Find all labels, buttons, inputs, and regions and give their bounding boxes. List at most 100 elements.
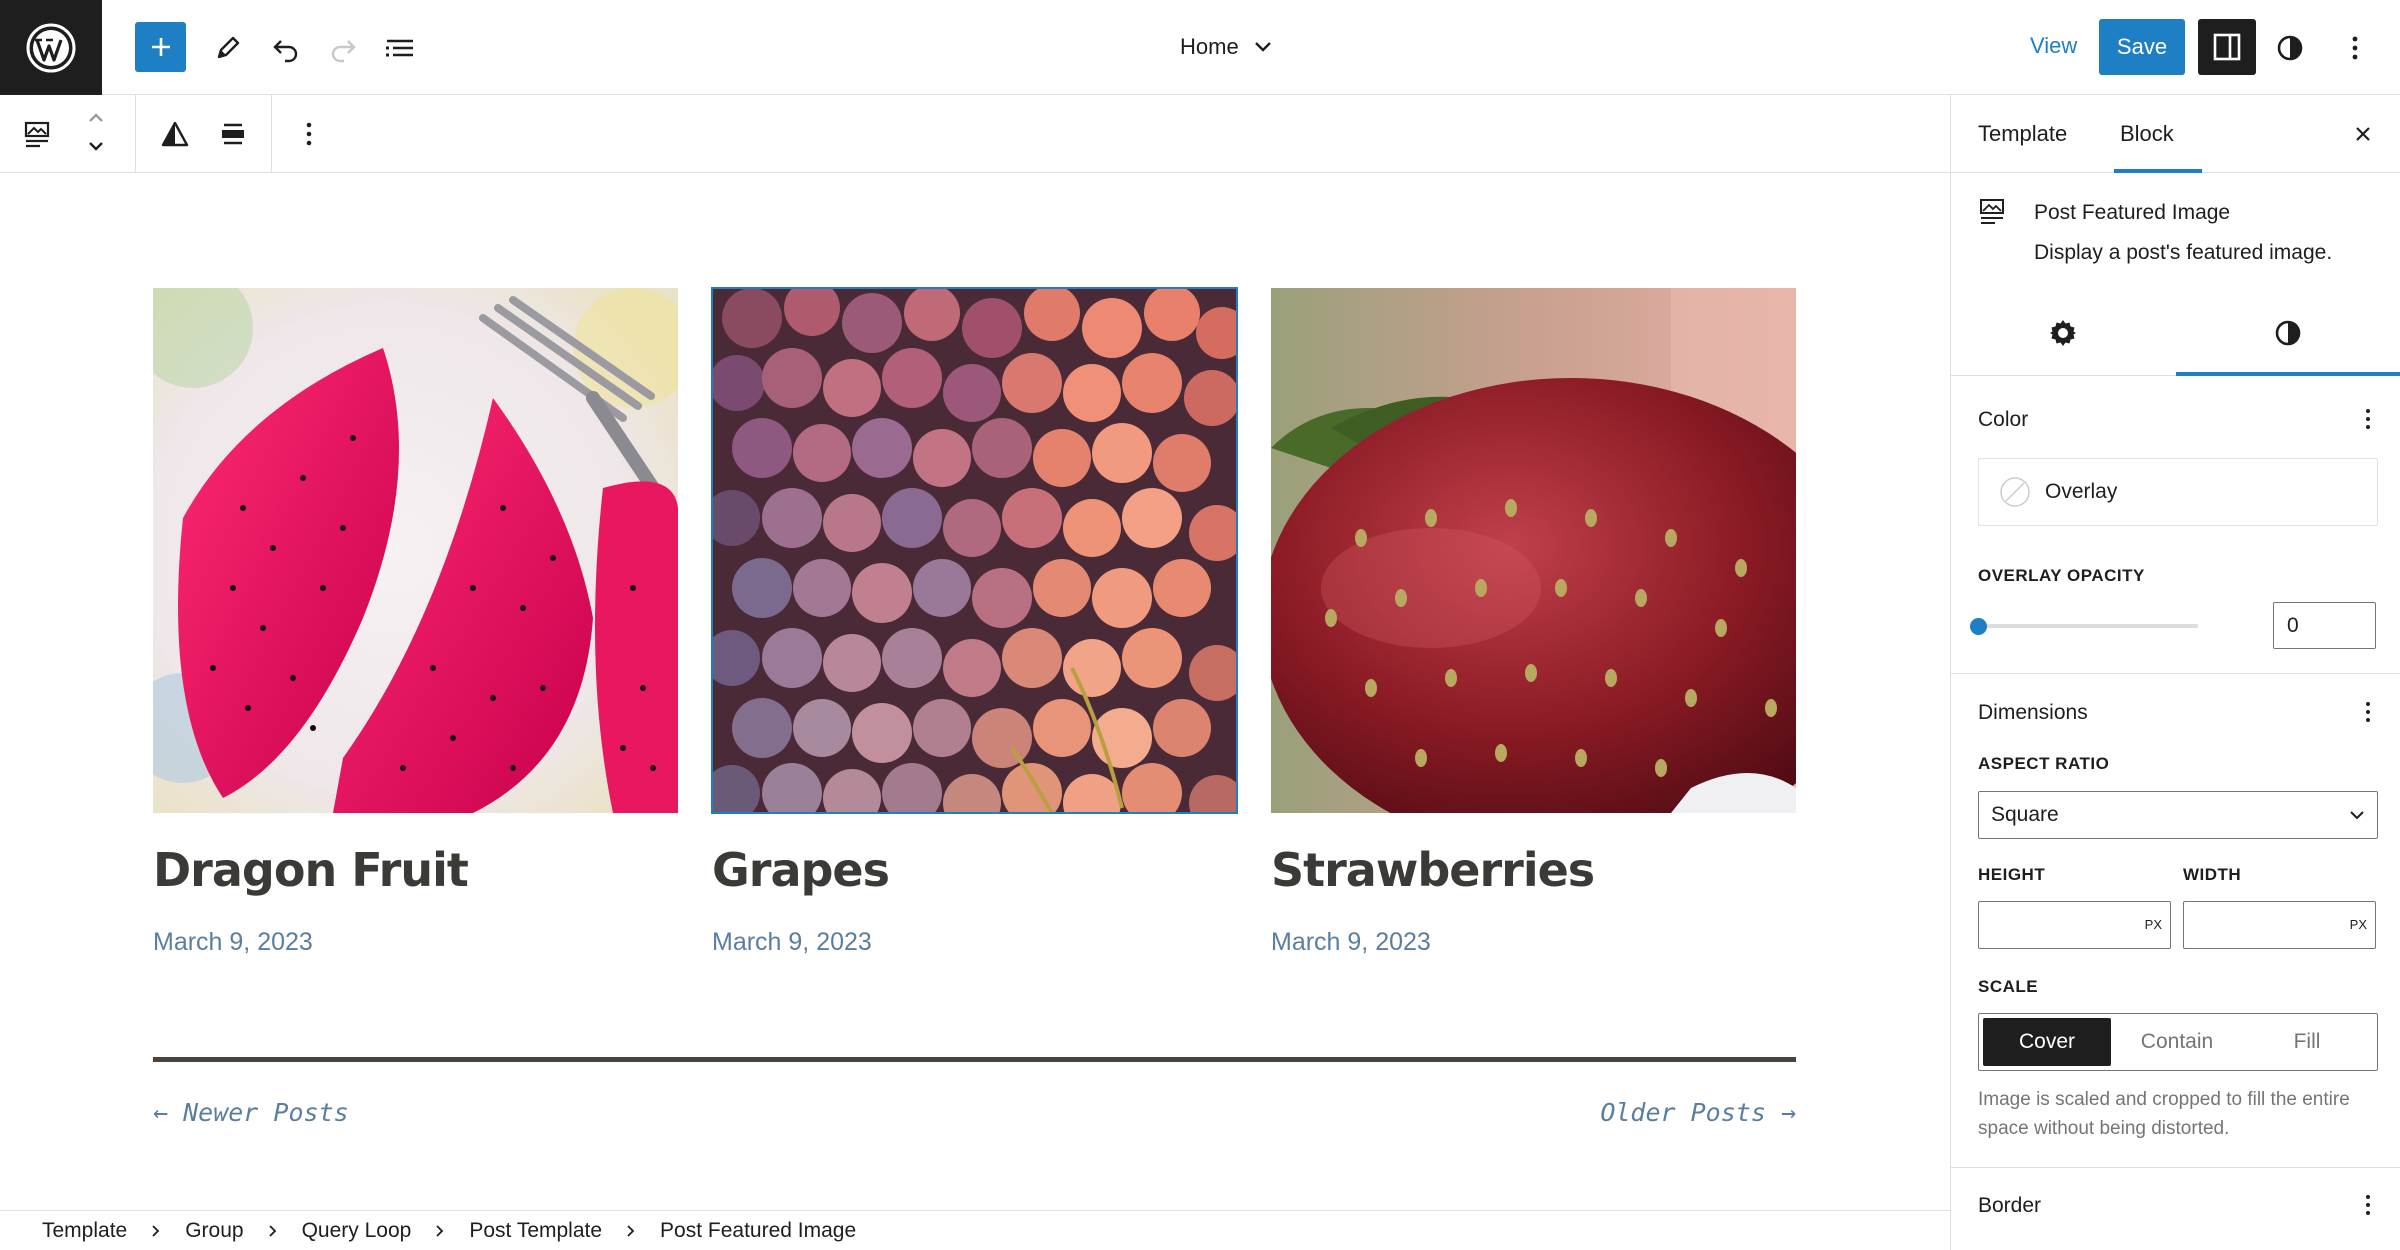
undo-button[interactable] [266, 28, 306, 68]
list-view-icon [386, 39, 413, 57]
overlay-opacity-slider-thumb[interactable] [1970, 618, 1987, 635]
gear-icon [2050, 320, 2076, 346]
post-card: Strawberries March 9, 2023 [1271, 288, 1796, 956]
post-date: March 9, 2023 [712, 928, 872, 956]
tab-styles[interactable] [2266, 313, 2310, 353]
aspect-ratio-select[interactable]: Square [1978, 791, 2378, 839]
post-title[interactable]: Dragon Fruit [153, 843, 469, 897]
options-menu-button[interactable] [2338, 28, 2372, 68]
scale-toggle-group: Cover Contain Fill [1978, 1013, 2378, 1071]
settings-style-tabs [1951, 291, 2400, 376]
more-vertical-icon [2366, 1195, 2370, 1215]
post-title[interactable]: Grapes [712, 843, 890, 897]
more-vertical-icon [2352, 36, 2358, 60]
settings-toggle-button[interactable] [2198, 19, 2256, 75]
redo-button[interactable] [323, 28, 363, 68]
close-sidebar-button[interactable] [2346, 117, 2380, 151]
close-icon [2356, 127, 2370, 141]
tab-block[interactable]: Block [2120, 121, 2174, 147]
tools-pencil-button[interactable] [208, 28, 248, 68]
chevron-down-icon [1254, 42, 1271, 52]
empty-swatch-icon [2000, 477, 2030, 507]
pencil-icon [217, 36, 240, 59]
move-down-button[interactable] [82, 135, 110, 157]
save-button[interactable]: Save [2099, 19, 2185, 75]
view-button[interactable]: View [2030, 33, 2077, 59]
undo-icon [273, 40, 298, 63]
block-card-title: Post Featured Image [2034, 201, 2231, 224]
width-unit[interactable]: PX [2350, 917, 2367, 932]
overlay-opacity-label: OVERLAY OPACITY [1978, 566, 2145, 585]
document-title-dropdown[interactable]: Home [1180, 30, 1273, 64]
height-unit[interactable]: PX [2145, 917, 2162, 932]
post-featured-image[interactable] [1271, 288, 1796, 813]
breadcrumb-item-current: Post Featured Image [660, 1218, 857, 1242]
scale-option-contain[interactable]: Contain [2113, 1018, 2241, 1066]
more-vertical-icon [306, 122, 312, 146]
height-input[interactable]: PX [1978, 901, 2171, 949]
separator [153, 1057, 1796, 1062]
styles-button[interactable] [2270, 28, 2310, 68]
width-input[interactable]: PX [2183, 901, 2376, 949]
block-card-description: Display a post's featured image. [2034, 241, 2333, 264]
post-featured-image[interactable] [153, 288, 678, 813]
overlay-color-button[interactable]: Overlay [1978, 458, 2378, 526]
post-title[interactable]: Strawberries [1271, 843, 1595, 897]
chevron-right-icon [626, 1224, 636, 1238]
height-label: HEIGHT [1978, 865, 2046, 884]
breadcrumb-item[interactable]: Template [42, 1219, 127, 1243]
overlay-label: Overlay [2045, 480, 2118, 503]
plus-icon [151, 38, 170, 56]
document-overview-button[interactable] [380, 28, 420, 68]
align-center-icon [222, 123, 244, 145]
block-breadcrumb: Template Group Query Loop Post Template … [0, 1210, 1950, 1250]
color-panel-options-button[interactable] [2356, 404, 2380, 434]
chevron-right-icon [151, 1224, 161, 1238]
breadcrumb-item[interactable]: Group [185, 1219, 243, 1243]
sidebar-tabs: Template Block [1951, 95, 2400, 173]
duotone-button[interactable] [155, 115, 195, 153]
align-button[interactable] [213, 115, 253, 153]
chevron-right-icon [435, 1224, 445, 1238]
border-panel-options-button[interactable] [2356, 1190, 2380, 1220]
border-panel-heading: Border [1978, 1194, 2042, 1217]
contrast-icon [2275, 320, 2301, 346]
block-type-button[interactable] [18, 115, 58, 153]
dimensions-panel-options-button[interactable] [2356, 697, 2380, 727]
block-toolbar [0, 95, 1950, 173]
tab-template[interactable]: Template [1978, 121, 2067, 147]
breadcrumb-item[interactable]: Post Template [469, 1219, 602, 1243]
more-vertical-icon [2366, 409, 2370, 429]
tab-settings[interactable] [2041, 313, 2085, 353]
scale-option-fill[interactable]: Fill [2243, 1018, 2371, 1066]
chevron-right-icon [268, 1224, 278, 1238]
chevron-down-icon [89, 142, 103, 151]
panel-divider [1951, 1167, 2400, 1168]
block-options-button[interactable] [292, 115, 326, 153]
scale-option-cover[interactable]: Cover [1983, 1018, 2111, 1066]
scale-help-text: Image is scaled and cropped to fill the … [1978, 1089, 2350, 1139]
wordpress-logo-icon[interactable] [0, 0, 102, 95]
post-date: March 9, 2023 [1271, 928, 1431, 956]
scale-label: SCALE [1978, 977, 2039, 996]
breadcrumb-item[interactable]: Query Loop [302, 1219, 412, 1243]
pagination-previous[interactable]: ← Newer Posts [153, 1098, 349, 1127]
pagination-next[interactable]: Older Posts → [1600, 1098, 1796, 1127]
overlay-opacity-slider-track[interactable] [1978, 624, 2198, 628]
add-block-button[interactable] [135, 22, 186, 72]
editor-header: Home View Save [0, 0, 2400, 95]
post-card: Dragon Fruit March 9, 2023 [153, 288, 678, 956]
overlay-opacity-input[interactable]: 0 [2273, 602, 2376, 649]
toolbar-divider [135, 95, 136, 172]
post-card: Grapes March 9, 2023 [711, 287, 1238, 956]
sidebar-icon [2213, 33, 2241, 61]
redo-icon [331, 40, 356, 63]
width-label: WIDTH [2183, 865, 2242, 884]
editor-canvas: Dragon Fruit March 9, 2023 Grapes March … [0, 173, 1950, 1210]
dimensions-panel-heading: Dimensions [1978, 701, 2088, 724]
duotone-icon [161, 121, 189, 147]
chevron-down-icon [2350, 811, 2364, 820]
more-vertical-icon [2366, 702, 2370, 722]
move-up-button[interactable] [82, 107, 110, 129]
post-featured-image-selected[interactable] [711, 287, 1238, 814]
